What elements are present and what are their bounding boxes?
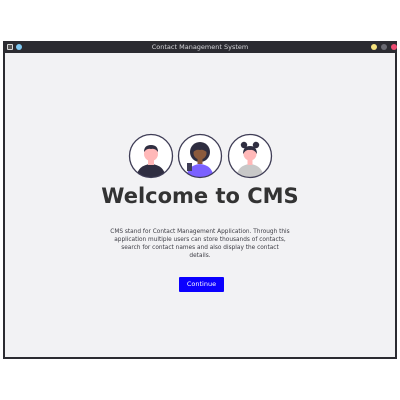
man-avatar-icon — [128, 133, 174, 179]
welcome-heading: Welcome to CMS — [101, 184, 299, 208]
title-bar[interactable]: Contact Management System — [3, 41, 397, 53]
avatar-group — [5, 133, 395, 179]
welcome-description: CMS stand for Contact Management Applica… — [110, 229, 290, 259]
continue-button[interactable]: Continue — [179, 277, 224, 292]
maximize-icon[interactable] — [381, 44, 387, 50]
close-icon[interactable] — [391, 44, 397, 50]
minimize-icon[interactable] — [371, 44, 377, 50]
welcome-screen: Welcome to CMS CMS stand for Contact Man… — [5, 53, 395, 357]
window-title: Contact Management System — [151, 43, 249, 51]
app-window: Contact Management System Welcome to CMS… — [3, 41, 397, 359]
woman-avatar-icon — [177, 133, 223, 179]
girl-avatar-icon — [227, 133, 273, 179]
